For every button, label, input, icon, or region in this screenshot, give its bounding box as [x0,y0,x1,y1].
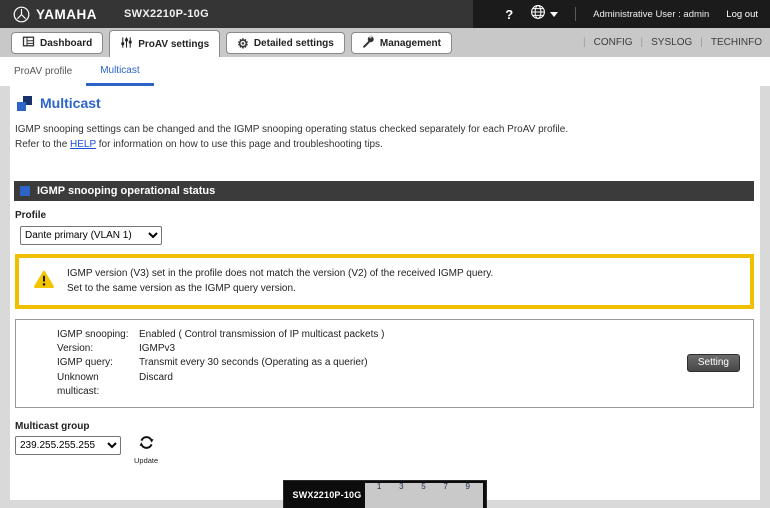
switch-graphic: SWX2210P-10G 1 2 3 Q 4 5 6 7 [282,479,487,508]
top-bar: YAMAHA SWX2210P-10G ? Administrative Use… [0,0,770,28]
globe-icon [530,4,546,25]
page-title-row: Multicast [17,95,755,111]
logged-in-user: Administrative User : admin [593,8,710,20]
port-column: 5 6 [421,482,426,492]
section-bullet-icon [20,186,30,196]
port-column: 3 Q 4 [399,482,404,492]
gear-icon: ⚙ [237,35,249,51]
status-row: Unknown multicast: Discard [57,371,173,397]
subtab-multicast[interactable]: Multicast [86,57,154,86]
tab-proav-settings[interactable]: ProAV settings [109,30,221,57]
tab-label: Detailed settings [253,37,334,49]
device-model: SWX2210P-10G [124,8,209,20]
multicast-group-row: 239.255.255.255 Update [15,435,755,465]
tab-management[interactable]: Management [350,32,452,54]
help-link[interactable]: HELP [70,139,96,150]
port-column: 9 10 [465,482,470,492]
sliders-icon [120,36,133,52]
language-selector[interactable] [530,4,559,25]
logout-button[interactable]: Log out [726,9,758,20]
update-button[interactable]: Update [134,435,158,465]
divider [575,7,577,21]
sub-tab-bar: ProAV profile Multicast [0,57,770,86]
syslog-link[interactable]: SYSLOG [651,37,692,48]
chevron-down-icon [550,11,559,17]
help-icon[interactable]: ? [505,7,513,22]
page-title-icon [17,95,32,111]
top-right-cluster: ? Administrative User : admin Log out [473,0,770,28]
status-row: IGMP query: Transmit every 30 seconds (O… [57,357,368,369]
status-row: Version: IGMPv3 [57,343,176,355]
tab-detailed-settings[interactable]: ⚙ Detailed settings [226,32,345,54]
page-description: IGMP snooping settings can be changed an… [15,123,755,152]
igmp-status-box: IGMP snooping: Enabled ( Control transmi… [15,319,754,408]
tab-label: Dashboard [40,37,93,49]
description-line-2: Refer to the HELP for information on how… [15,138,383,150]
brand: YAMAHA [0,6,97,23]
refresh-icon [139,435,154,455]
section-title: IGMP snooping operational status [37,185,216,197]
brand-name: YAMAHA [36,6,98,22]
techinfo-link[interactable]: TECHINFO [711,37,762,48]
tab-label: ProAV settings [138,38,210,50]
port-panel: 1 2 3 Q 4 5 6 7 8 [364,482,483,508]
status-row: IGMP snooping: Enabled ( Control transmi… [57,329,385,340]
switch-model-label: SWX2210P-10G [292,489,362,500]
main-tab-bar: Dashboard ProAV settings ⚙ Detailed sett… [0,28,770,57]
setting-button[interactable]: Setting [686,354,740,373]
profile-label: Profile [15,210,47,221]
tab-dashboard[interactable]: Dashboard [11,32,104,54]
port-column: 1 2 [376,482,382,492]
tab-label: Management [379,37,441,49]
yamaha-logo-icon [13,6,30,23]
multicast-group-label: Multicast group [15,420,90,432]
content-panel: Multicast IGMP snooping settings can be … [10,86,760,508]
profile-select[interactable]: Dante primary (VLAN 1) [20,226,162,245]
page-title: Multicast [40,95,101,111]
section-header: IGMP snooping operational status [14,181,754,201]
subtab-proav-profile[interactable]: ProAV profile [0,57,86,86]
port-column: 7 8 [443,482,448,492]
warning-banner: IGMP version (V3) set in the profile doe… [15,254,754,309]
config-link[interactable]: CONFIG [594,37,633,48]
wrench-icon [362,34,375,51]
toolbar-links: | CONFIG | SYSLOG | TECHINFO [583,37,762,48]
multicast-group-select[interactable]: 239.255.255.255 [15,435,121,455]
description-line-1: IGMP snooping settings can be changed an… [15,124,569,135]
warning-icon [34,270,54,293]
warning-text: IGMP version (V3) set in the profile doe… [67,268,494,294]
dashboard-icon [22,35,35,51]
